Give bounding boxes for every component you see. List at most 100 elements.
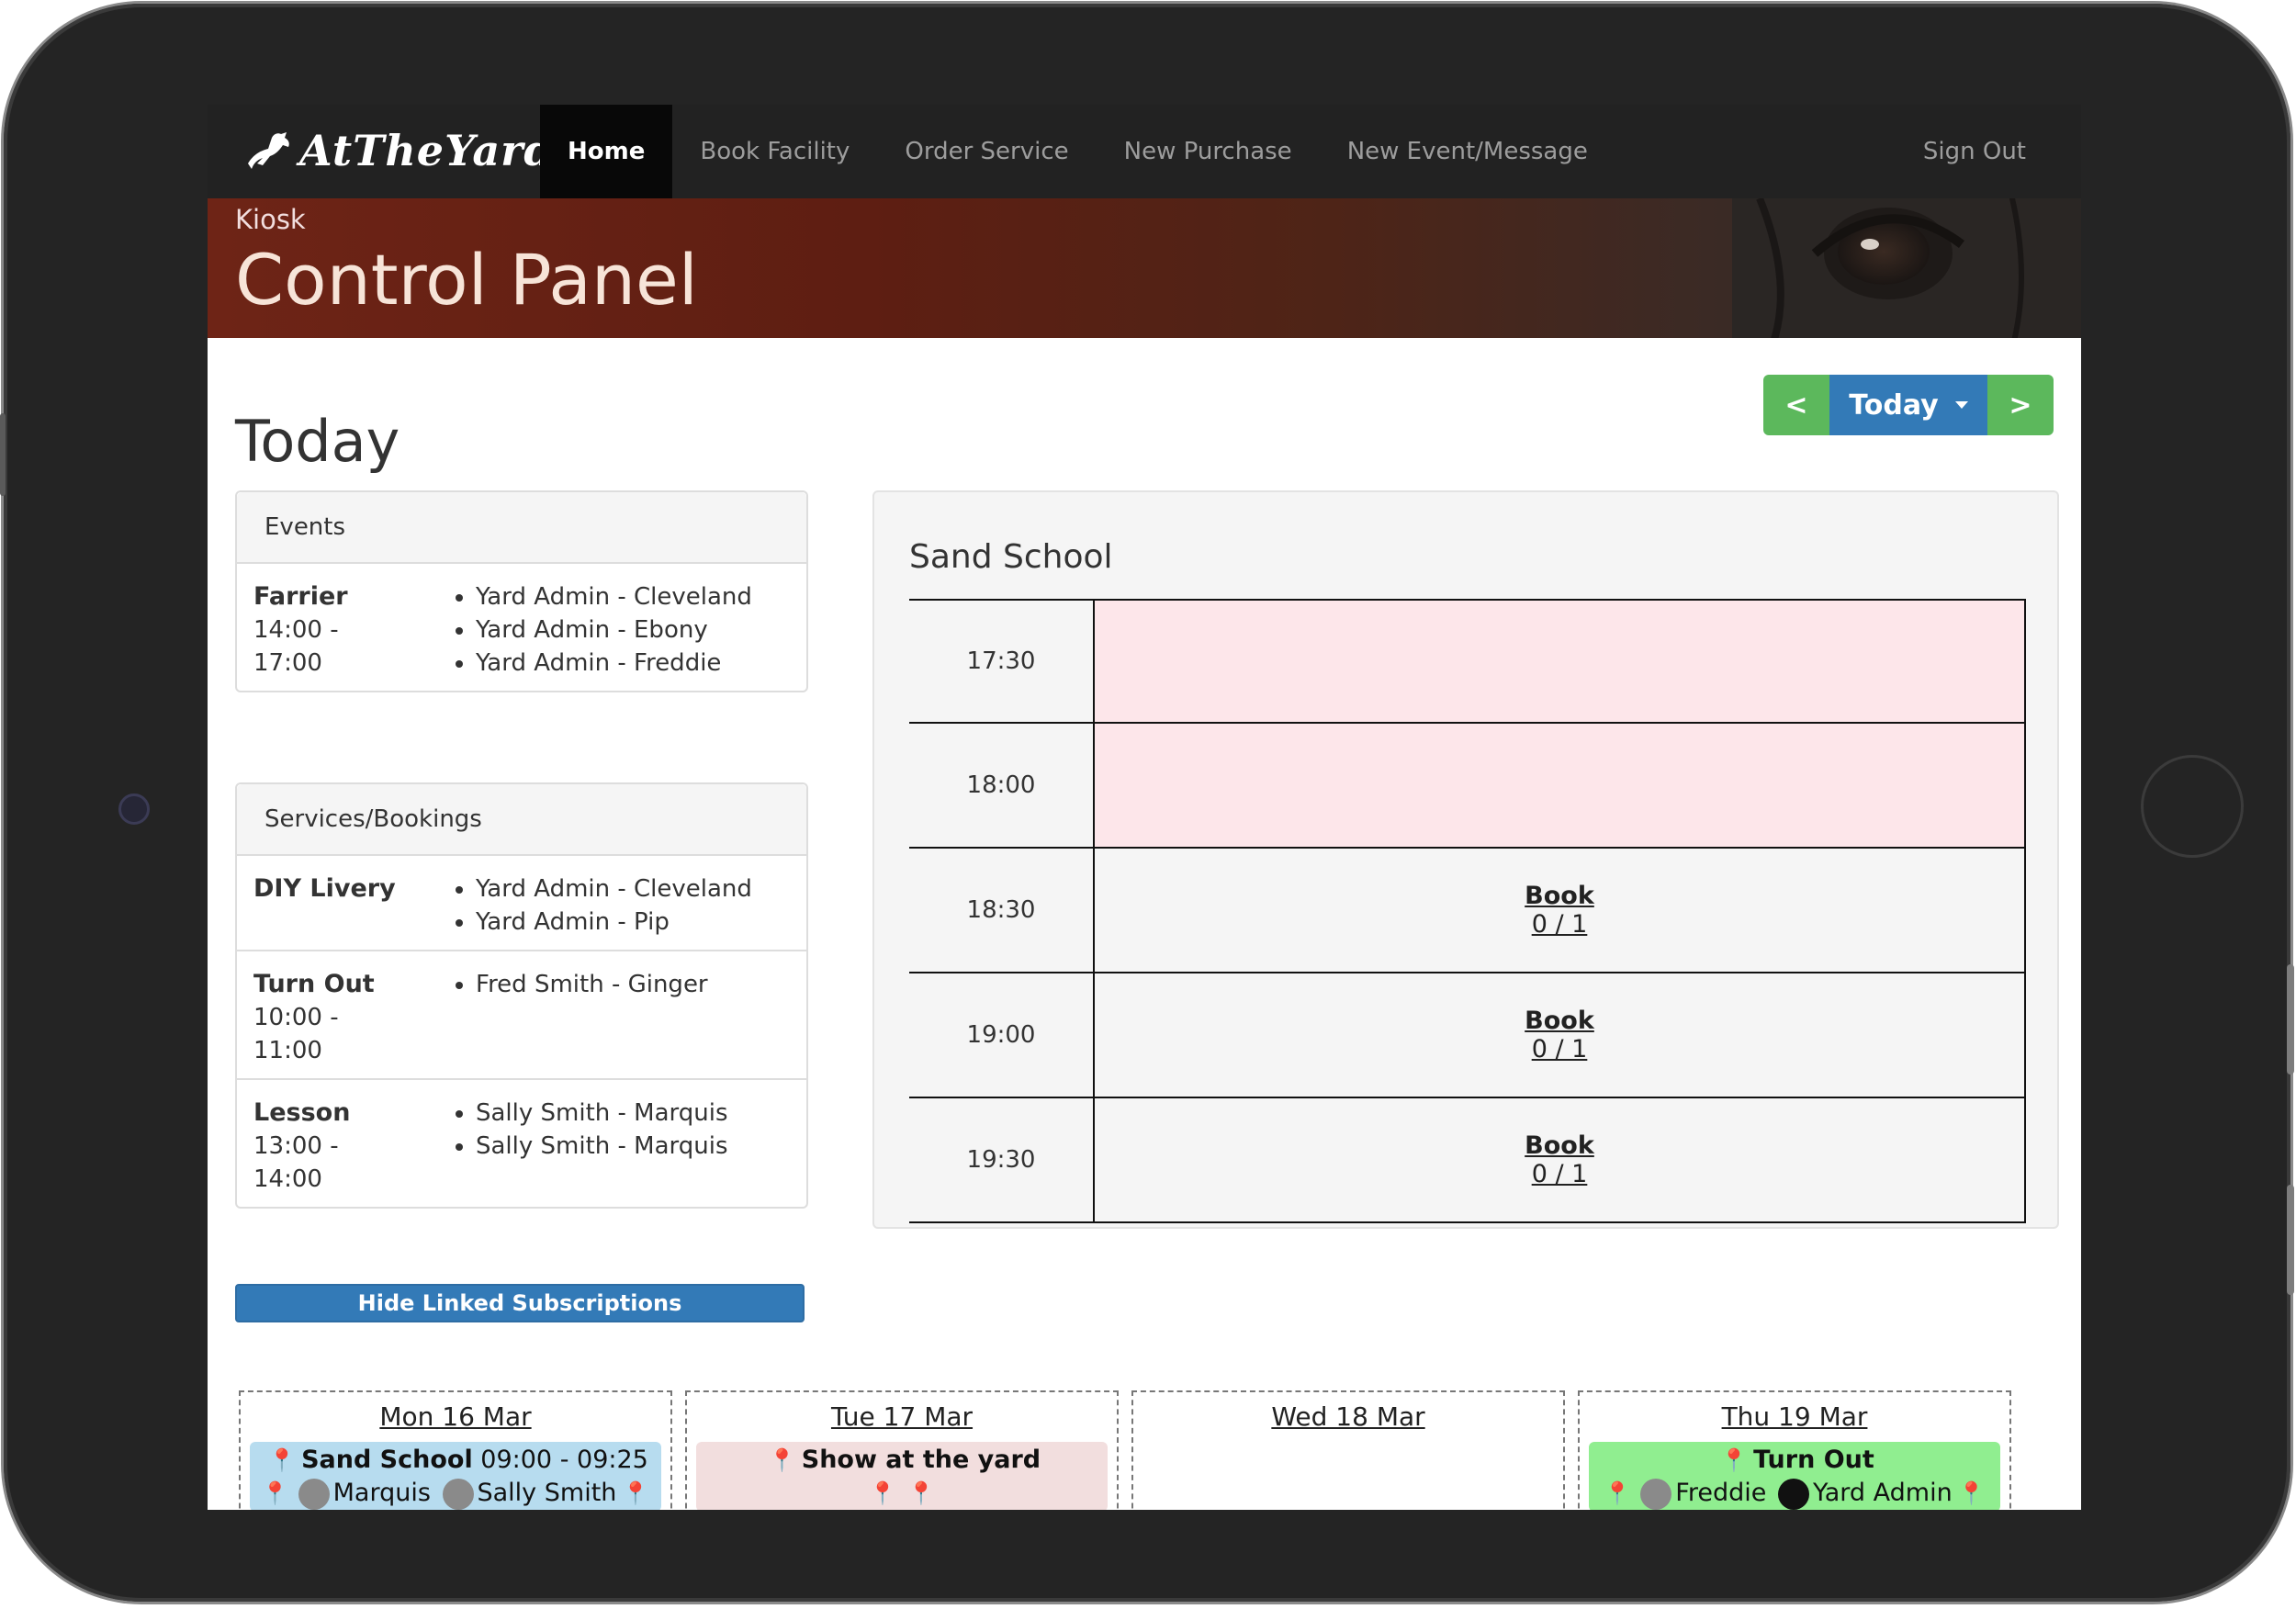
service-name: Lesson — [253, 1098, 351, 1127]
calendar-event[interactable]: 📍 Sand School 09:00 - 09:25 📍 Marquis Sall… — [250, 1442, 661, 1510]
hide-linked-subscriptions-button[interactable]: Hide Linked Subscriptions — [235, 1284, 805, 1322]
nav-book-facility[interactable]: Book Facility — [672, 105, 877, 198]
location-pin-icon: 📍 — [268, 1447, 297, 1473]
time-slot: 17:30 — [909, 599, 2026, 724]
event-info: Farrier 14:00 - 17:00 — [253, 580, 448, 680]
slot-available: Book 0 / 1 — [1095, 849, 2026, 972]
slot-time: 18:30 — [909, 849, 1095, 972]
calendar-day: Tue 17 Mar 📍 Show at the yard 📍 📍 — [685, 1390, 1119, 1510]
service-time-end: 11:00 — [253, 1037, 322, 1064]
slot-time: 19:30 — [909, 1098, 1095, 1221]
service-time-start: 13:00 - — [253, 1132, 339, 1160]
calendar-day-label[interactable]: Tue 17 Mar — [687, 1401, 1117, 1436]
prev-day-button[interactable]: < — [1763, 375, 1829, 435]
calendar-event[interactable]: 📍 Turn Out 📍 Freddie Yard Admin 📍 — [1589, 1442, 2000, 1510]
event-person: Sally Smith — [477, 1479, 617, 1507]
nav-order-service[interactable]: Order Service — [877, 105, 1096, 198]
location-pin-icon: 📍 — [1720, 1447, 1749, 1473]
event-row[interactable]: Farrier 14:00 - 17:00 Yard Admin - Cleve… — [237, 564, 806, 691]
volume-button — [2287, 964, 2294, 1075]
home-button-icon — [2141, 755, 2244, 858]
caret-down-icon — [1954, 401, 1968, 409]
book-link[interactable]: Book — [1525, 1131, 1594, 1160]
calendar-day: Mon 16 Mar 📍 Sand School 09:00 - 09:25 📍 M… — [239, 1390, 672, 1510]
next-day-button[interactable]: > — [1987, 375, 2054, 435]
main-nav: Home Book Facility Order Service New Pur… — [540, 105, 1615, 198]
event-person: Yard Admin - Ebony — [476, 613, 790, 647]
brand-logo[interactable]: AtTheYard — [244, 121, 555, 180]
slot-capacity[interactable]: 0 / 1 — [1532, 1160, 1588, 1188]
event-title: Turn Out — [1753, 1446, 1874, 1474]
location-pin-icon: 📍 — [907, 1480, 935, 1506]
service-row[interactable]: Turn Out 10:00 - 11:00 Fred Smith - Ging… — [237, 950, 806, 1078]
service-row[interactable]: Lesson 13:00 - 14:00 Sally Smith - Marqu… — [237, 1078, 806, 1207]
calendar-day: Wed 18 Mar — [1131, 1390, 1565, 1510]
slot-time: 17:30 — [909, 599, 1095, 722]
calendar-event[interactable]: 📍 Show at the yard 📍 📍 — [696, 1442, 1108, 1510]
time-slot: 18:00 — [909, 724, 2026, 849]
facility-panel: Sand School 17:30 18:00 18:30 Book 0 / 1… — [872, 490, 2059, 1229]
event-horse: Marquis — [332, 1479, 431, 1507]
time-slot: 19:00 Book 0 / 1 — [909, 973, 2026, 1098]
date-navigation: < Today > — [1763, 375, 2054, 435]
today-dropdown-button[interactable]: Today — [1829, 375, 1987, 435]
event-title: Sand School — [301, 1446, 473, 1474]
horse-eye-image — [1732, 198, 2081, 338]
slot-available: Book 0 / 1 — [1095, 1098, 2026, 1221]
service-people: Sally Smith - Marquis Sally Smith - Marq… — [448, 1097, 790, 1196]
event-time-end: 17:00 — [253, 649, 322, 677]
events-panel-heading: Events — [237, 492, 806, 564]
header-title: Control Panel — [235, 239, 698, 321]
location-pin-icon: 📍 — [1604, 1480, 1632, 1506]
service-time-start: 10:00 - — [253, 1004, 339, 1031]
location-pin-icon: 📍 — [261, 1480, 289, 1506]
person-avatar-icon — [442, 1478, 474, 1510]
slot-capacity[interactable]: 0 / 1 — [1532, 1035, 1588, 1063]
page-title: Today — [235, 408, 400, 475]
nav-new-purchase[interactable]: New Purchase — [1097, 105, 1320, 198]
book-link[interactable]: Book — [1525, 1007, 1594, 1035]
header-banner: Kiosk Control Panel — [208, 198, 2081, 338]
week-calendar: Mon 16 Mar 📍 Sand School 09:00 - 09:25 📍 M… — [239, 1390, 2024, 1510]
services-panel-heading: Services/Bookings — [237, 784, 806, 856]
slot-time: 18:00 — [909, 724, 1095, 847]
service-name: DIY Livery — [253, 874, 396, 903]
event-person: Yard Admin — [1812, 1479, 1953, 1507]
service-info: Turn Out 10:00 - 11:00 — [253, 968, 448, 1067]
calendar-day-label[interactable]: Mon 16 Mar — [241, 1401, 670, 1436]
event-title: Show at the yard — [801, 1446, 1041, 1474]
volume-button — [2287, 1185, 2294, 1295]
book-link[interactable]: Book — [1525, 882, 1594, 910]
service-person: Fred Smith - Ginger — [476, 968, 790, 1001]
facility-title: Sand School — [909, 538, 1113, 576]
top-navbar: AtTheYard Home Book Facility Order Servi… — [208, 105, 2081, 200]
service-info: DIY Livery — [253, 872, 448, 939]
time-slot: 18:30 Book 0 / 1 — [909, 849, 2026, 973]
service-name: Turn Out — [253, 970, 375, 998]
service-row[interactable]: DIY Livery Yard Admin - Cleveland Yard A… — [237, 856, 806, 950]
nav-new-event-message[interactable]: New Event/Message — [1320, 105, 1615, 198]
services-panel: Services/Bookings DIY Livery Yard Admin … — [235, 782, 808, 1209]
service-person: Yard Admin - Cleveland — [476, 872, 790, 906]
location-pin-icon: 📍 — [768, 1447, 796, 1473]
calendar-day-label[interactable]: Wed 18 Mar — [1133, 1401, 1563, 1436]
jump-avatar-icon — [1777, 1478, 1809, 1510]
service-person: Sally Smith - Marquis — [476, 1130, 790, 1163]
slot-booked — [1095, 599, 2026, 722]
sign-out-link[interactable]: Sign Out — [1923, 105, 2026, 198]
nav-home[interactable]: Home — [540, 105, 673, 198]
slot-capacity[interactable]: 0 / 1 — [1532, 910, 1588, 939]
event-people: Yard Admin - Cleveland Yard Admin - Ebon… — [448, 580, 790, 680]
event-person: Yard Admin - Freddie — [476, 647, 790, 680]
time-slot: 19:30 Book 0 / 1 — [909, 1098, 2026, 1223]
calendar-day-label[interactable]: Thu 19 Mar — [1580, 1401, 2009, 1436]
event-horse: Freddie — [1675, 1479, 1767, 1507]
service-person: Yard Admin - Pip — [476, 906, 790, 939]
service-people: Yard Admin - Cleveland Yard Admin - Pip — [448, 872, 790, 939]
header-kicker: Kiosk — [235, 204, 306, 235]
event-person: Yard Admin - Cleveland — [476, 580, 790, 613]
service-info: Lesson 13:00 - 14:00 — [253, 1097, 448, 1196]
event-time: 09:00 - 09:25 — [480, 1446, 648, 1474]
today-label: Today — [1849, 388, 1939, 422]
camera-icon — [118, 793, 150, 825]
